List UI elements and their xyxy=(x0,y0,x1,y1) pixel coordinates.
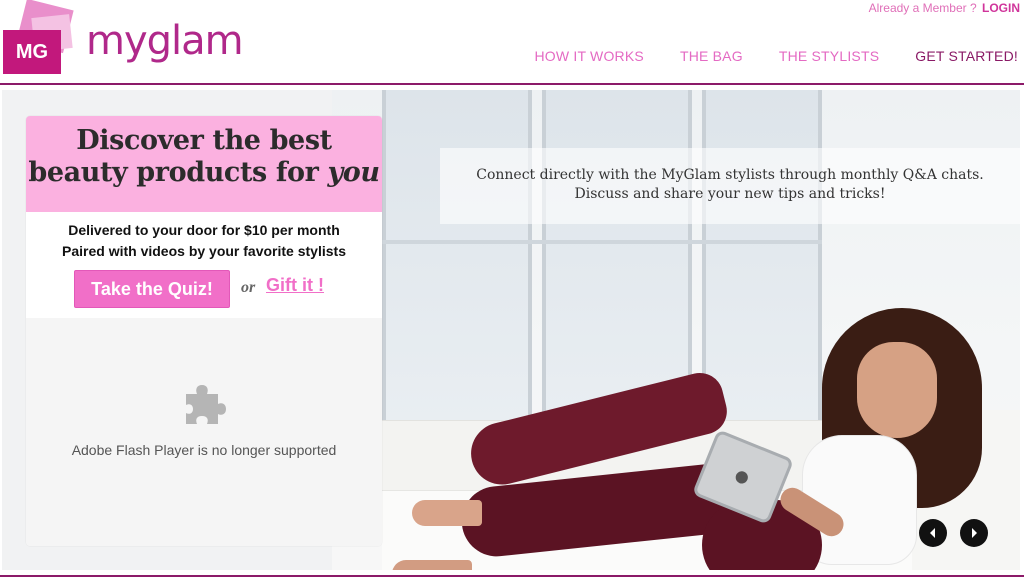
flash-placeholder: Adobe Flash Player is no longer supporte… xyxy=(26,318,382,546)
promo-headline: Discover the best beauty products for yo… xyxy=(26,116,382,212)
model-foot xyxy=(412,500,482,526)
apple-logo-icon: ● xyxy=(732,464,753,488)
info-line-1: Connect directly with the MyGlam stylist… xyxy=(476,167,984,183)
model-face xyxy=(857,342,937,438)
promo-subtext: Delivered to your door for $10 per month… xyxy=(26,212,382,262)
cta-row: Take the Quiz! or Gift it ! xyxy=(26,270,382,310)
info-line-2: Discuss and share your new tips and tric… xyxy=(574,186,886,202)
promo-card: Discover the best beauty products for yo… xyxy=(26,116,382,546)
chevron-left-icon xyxy=(930,528,935,538)
logo-mark: MG xyxy=(3,30,61,74)
window-mullion xyxy=(382,240,822,244)
site-header: Already a Member ? LOGIN MG myglam HOW I… xyxy=(0,0,1024,86)
headline-line-2: beauty products for you xyxy=(26,157,382,188)
take-quiz-button[interactable]: Take the Quiz! xyxy=(74,270,230,308)
headline-line-2-text: beauty products for xyxy=(28,157,328,188)
stylist-chat-banner: Connect directly with the MyGlam stylist… xyxy=(440,148,1020,224)
headline-line-1: Discover the best xyxy=(76,125,332,156)
login-link[interactable]: LOGIN xyxy=(982,1,1020,15)
member-login-line: Already a Member ? LOGIN xyxy=(869,1,1020,15)
slider-prev-button[interactable] xyxy=(919,519,947,547)
logo[interactable]: MG xyxy=(3,0,75,74)
promo-subline-2: Paired with videos by your favorite styl… xyxy=(62,243,346,259)
gift-it-link[interactable]: Gift it ! xyxy=(266,275,324,296)
stylist-chat-text: Connect directly with the MyGlam stylist… xyxy=(440,148,1020,204)
nav-the-bag[interactable]: THE BAG xyxy=(662,48,761,64)
slider-next-button[interactable] xyxy=(960,519,988,547)
logo-wordmark[interactable]: myglam xyxy=(86,18,244,64)
puzzle-piece-icon xyxy=(186,385,226,424)
nav-the-stylists[interactable]: THE STYLISTS xyxy=(761,48,897,64)
model-foot xyxy=(392,560,472,570)
promo-subline-1: Delivered to your door for $10 per month xyxy=(68,222,340,238)
header-divider xyxy=(0,83,1024,85)
hero-window xyxy=(702,90,822,420)
member-prompt: Already a Member ? xyxy=(868,1,977,15)
or-separator: or xyxy=(241,279,256,296)
headline-emphasis: you xyxy=(327,157,381,188)
hero-window xyxy=(382,90,532,420)
footer-divider xyxy=(0,575,1024,577)
flash-unsupported-message: Adobe Flash Player is no longer supporte… xyxy=(71,442,337,458)
main-nav: HOW IT WORKS THE BAG THE STYLISTS GET ST… xyxy=(516,48,1018,64)
chevron-right-icon xyxy=(972,528,977,538)
nav-get-started[interactable]: GET STARTED! xyxy=(897,48,1018,64)
nav-how-it-works[interactable]: HOW IT WORKS xyxy=(516,48,661,64)
hero-window xyxy=(542,90,692,420)
